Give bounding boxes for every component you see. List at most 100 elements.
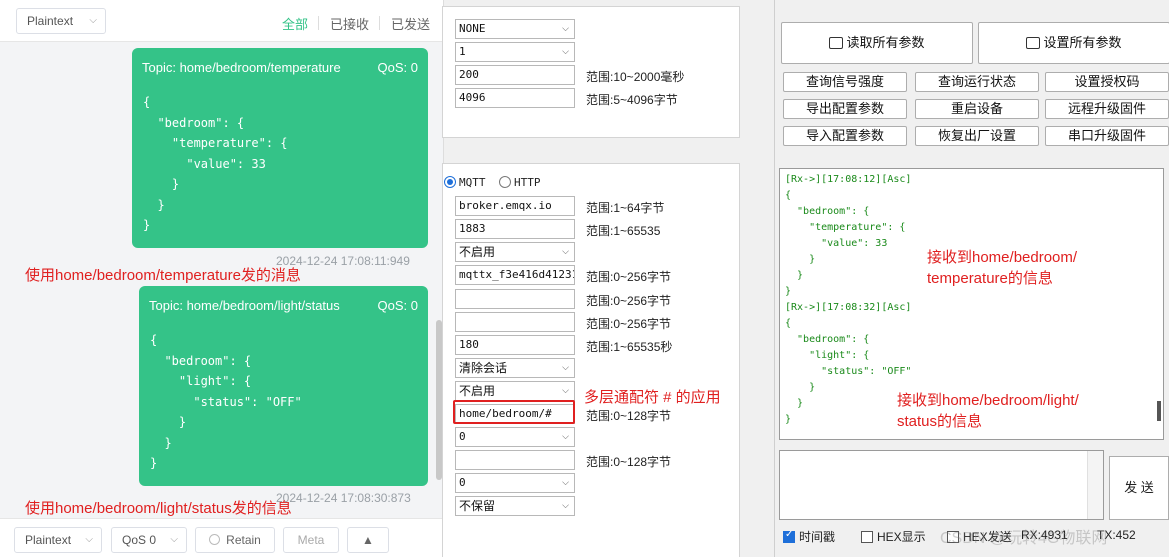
send-input-scrollbar[interactable] xyxy=(1087,451,1103,519)
filter-all[interactable]: 全部 xyxy=(282,14,308,33)
export-config-button[interactable]: 导出配置参数 xyxy=(783,99,907,119)
log-scrollbar-thumb[interactable] xyxy=(1157,401,1161,421)
config-select[interactable]: 1 ⌵ xyxy=(455,42,575,62)
field-value: 4096 xyxy=(459,91,486,104)
mqttx-pane: Plaintext ⌵ 全部 已接收 已发送 Topic: home/bedro… xyxy=(0,0,444,557)
chevron-down-icon: ⌵ xyxy=(562,386,569,396)
expand-button[interactable]: ▲ xyxy=(347,527,389,553)
annotation-temp-sent: 使用home/bedroom/temperature发的消息 xyxy=(25,267,301,284)
config-input[interactable]: broker.emqx.io xyxy=(455,196,575,216)
message-header: Topic: home/bedroom/temperature QoS: 0 xyxy=(142,60,418,75)
retain-toggle[interactable]: Retain xyxy=(195,527,275,553)
chevron-down-icon: ⌵ xyxy=(562,432,569,442)
button-label: 导出配置参数 xyxy=(805,101,884,116)
range-hint: 范围:5~4096字节 xyxy=(586,93,678,107)
send-button[interactable]: 发 送 xyxy=(1109,456,1169,520)
button-label: 串口升级固件 xyxy=(1067,128,1146,143)
query-status-button[interactable]: 查询运行状态 xyxy=(915,72,1039,92)
config-select[interactable]: 不启用 ⌵ xyxy=(455,381,575,401)
annotation-light-sent: 使用home/bedroom/light/status发的信息 xyxy=(25,500,292,517)
sent-message-bubble[interactable]: Topic: home/bedroom/temperature QoS: 0 {… xyxy=(132,48,428,248)
payload-format-value: Plaintext xyxy=(27,14,74,28)
set-all-button[interactable]: 设置所有参数 xyxy=(978,22,1169,64)
field-value: 不保留 xyxy=(459,499,496,513)
config-select[interactable]: 0 ⌵ xyxy=(455,473,575,493)
config-input[interactable]: 180 xyxy=(455,335,575,355)
field-value: broker.emqx.io xyxy=(459,199,552,212)
config-select[interactable]: 不启用 ⌵ xyxy=(455,242,575,262)
import-config-button[interactable]: 导入配置参数 xyxy=(783,126,907,146)
config-input[interactable]: 1883 xyxy=(455,219,575,239)
publish-format-select[interactable]: Plaintext ⌵ xyxy=(14,527,102,553)
range-hint: 范围:10~2000毫秒 xyxy=(586,70,685,84)
payload-format-select[interactable]: Plaintext ⌵ xyxy=(16,8,106,34)
read-all-button[interactable]: 读取所有参数 xyxy=(781,22,973,64)
range-hint: 范围:0~256字节 xyxy=(586,270,672,284)
chevron-down-icon: ⌵ xyxy=(562,47,569,57)
button-label: 恢复出厂设置 xyxy=(937,128,1016,143)
remote-upgrade-button[interactable]: 远程升级固件 xyxy=(1045,99,1169,119)
checkbox-empty-icon xyxy=(861,531,873,543)
search-document-icon xyxy=(829,37,844,49)
field-value: 0 xyxy=(459,430,466,443)
message-toolbar: Plaintext ⌵ 全部 已接收 已发送 xyxy=(0,0,443,42)
config-select[interactable]: 不保留 ⌵ xyxy=(455,496,575,516)
config-input[interactable] xyxy=(455,450,575,470)
tool-pane: 读取所有参数 设置所有参数 查询信号强度 查询运行状态 设置授权码导出配置参数 重启设… xyxy=(774,0,1169,557)
config-select[interactable]: 0 ⌵ xyxy=(455,427,575,447)
annotation-recv-light: 接收到home/bedroom/light/status的信息 xyxy=(897,389,1079,431)
range-hint: 范围:1~64字节 xyxy=(586,201,665,215)
publish-qos-value: QoS 0 xyxy=(122,533,157,547)
sent-message-bubble[interactable]: Topic: home/bedroom/light/status QoS: 0 … xyxy=(139,286,428,486)
chevron-down-icon: ⌵ xyxy=(85,534,93,545)
set-auth-code-button[interactable]: 设置授权码 xyxy=(1045,72,1169,92)
send-input[interactable] xyxy=(779,450,1104,520)
filter-sent[interactable]: 已发送 xyxy=(391,14,430,33)
config-select[interactable]: NONE ⌵ xyxy=(455,19,575,39)
range-hint: 范围:0~256字节 xyxy=(586,317,672,331)
protocol-http-radio[interactable]: HTTP xyxy=(499,176,541,189)
divider xyxy=(318,16,319,30)
watermark: CSDN @玩转4G物联网 xyxy=(940,530,1108,547)
meta-button[interactable]: Meta xyxy=(283,527,339,553)
timestamp-checkbox[interactable]: 时间戳 xyxy=(783,528,835,545)
config-input[interactable]: 200 xyxy=(455,65,575,85)
query-signal-button[interactable]: 查询信号强度 xyxy=(783,72,907,92)
protocol-mqtt-radio[interactable]: MQTT xyxy=(444,176,486,189)
annotation-line: 接收到home/bedroom/ xyxy=(927,249,1078,266)
config-input[interactable]: 4096 xyxy=(455,88,575,108)
chevron-down-icon: ⌵ xyxy=(170,534,178,545)
chevron-down-icon: ⌵ xyxy=(562,501,569,511)
button-label: 远程升级固件 xyxy=(1067,101,1146,116)
config-input[interactable] xyxy=(455,289,575,309)
timestamp-label: 时间戳 xyxy=(799,530,836,544)
factory-reset-button[interactable]: 恢复出厂设置 xyxy=(915,126,1039,146)
retain-label: Retain xyxy=(226,533,261,547)
serial-upgrade-button[interactable]: 串口升级固件 xyxy=(1045,126,1169,146)
message-topic: Topic: home/bedroom/light/status xyxy=(149,298,340,313)
message-time: 2024-12-24 17:08:30:873 xyxy=(276,491,411,505)
hex-display-checkbox[interactable]: HEX显示 xyxy=(861,528,926,545)
button-label: 查询运行状态 xyxy=(937,74,1016,89)
reboot-button[interactable]: 重启设备 xyxy=(915,99,1039,119)
config-select[interactable]: 清除会话 ⌵ xyxy=(455,358,575,378)
filter-received[interactable]: 已接收 xyxy=(330,14,369,33)
protocol-http-label: HTTP xyxy=(514,176,541,189)
chevron-down-icon: ⌵ xyxy=(562,478,569,488)
triangle-up-icon: ▲ xyxy=(362,533,374,547)
message-qos: QoS: 0 xyxy=(377,298,418,313)
read-all-label: 读取所有参数 xyxy=(846,35,925,50)
field-value: 200 xyxy=(459,68,479,81)
config-input[interactable] xyxy=(455,312,575,332)
radio-circle-icon xyxy=(209,534,221,545)
divider xyxy=(379,16,380,30)
receive-log-text: [Rx->][17:08:12][Asc] { "bedroom": { "te… xyxy=(785,174,912,425)
publish-qos-select[interactable]: QoS 0 ⌵ xyxy=(111,527,187,553)
field-value: 不启用 xyxy=(459,245,496,259)
hex-display-label: HEX显示 xyxy=(877,530,926,544)
publish-toolbar: Plaintext ⌵ QoS 0 ⌵ Retain Meta ▲ xyxy=(0,518,443,557)
send-label: 发 送 xyxy=(1124,480,1154,495)
range-hint: 范围:0~256字节 xyxy=(586,294,672,308)
message-payload: { "bedroom": { "light": { "status": "OFF… xyxy=(150,333,302,470)
config-input[interactable]: mqttx_f3e416d412313 xyxy=(455,265,575,285)
